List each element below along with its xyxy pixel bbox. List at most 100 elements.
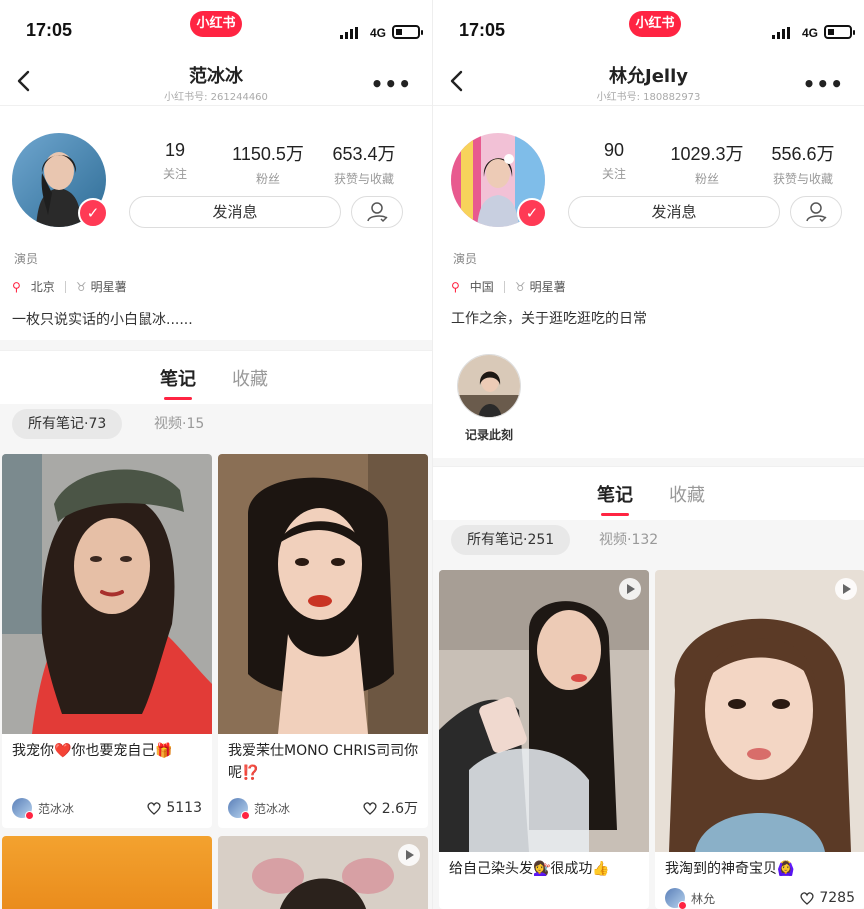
battery-icon: [392, 25, 423, 39]
note-image: [439, 570, 649, 852]
notes-feed: 给自己染头发💇‍♀️很成功👍 我淘到的神奇: [433, 566, 864, 909]
stat-followers[interactable]: 1029.3万 粉丝: [665, 140, 749, 187]
like-button[interactable]: 7285: [799, 890, 855, 906]
stat-likes[interactable]: 653.4万 获赞与收藏: [322, 140, 406, 187]
profile-panel-left: 17:05 小红书 4G 范冰冰 小红书号: 261244460 ••• ✓ 1…: [0, 0, 432, 909]
tab-notes[interactable]: 笔记: [597, 481, 633, 507]
stat-following[interactable]: 90 关注: [589, 140, 639, 182]
stat-likes-label: 获赞与收藏: [333, 172, 394, 186]
stat-followers-count: 1029.3万: [670, 144, 744, 164]
note-caption: 给自己染头发💇‍♀️很成功👍: [449, 861, 610, 877]
highlight-label: 记录此刻: [464, 428, 513, 442]
stat-following-label: 关注: [162, 167, 187, 181]
user-id: 小红书号: 261244460: [164, 92, 268, 103]
battery-icon: [824, 25, 855, 39]
note-card[interactable]: 给自己染头发💇‍♀️很成功👍: [439, 570, 649, 909]
badge-icon: ♉: [75, 279, 87, 294]
note-image: [2, 454, 212, 734]
badge-icon: ♉: [514, 279, 526, 294]
note-card[interactable]: 我爱茉仕MONO CHRIS司司你呢⁉️ 范冰冰 2.6万: [218, 454, 428, 828]
stat-likes[interactable]: 556.6万 获赞与收藏: [761, 140, 845, 187]
author-avatar: [228, 798, 250, 820]
note-card[interactable]: [218, 836, 428, 909]
note-caption: 我淘到的神奇宝贝🙆‍♀️: [665, 861, 795, 877]
nav-bar: 范冰冰 小红书号: 261244460 •••: [0, 62, 432, 106]
heart-icon: [147, 802, 161, 815]
tab-notes[interactable]: 笔记: [160, 365, 196, 391]
add-friend-button[interactable]: [351, 196, 403, 228]
author-name: 范冰冰: [38, 801, 75, 816]
note-image: [2, 836, 212, 909]
note-image: [218, 836, 428, 909]
play-icon: [835, 578, 857, 600]
stat-following-count: 19: [164, 140, 186, 160]
bio-text: 一枚只说实话的小白鼠冰......: [12, 312, 193, 328]
network-label: 4G: [801, 26, 818, 40]
message-button[interactable]: 发消息: [129, 196, 341, 228]
divider: [0, 340, 432, 350]
tab-collections[interactable]: 收藏: [232, 365, 268, 391]
stat-following[interactable]: 19 关注: [150, 140, 200, 182]
status-bar: 17:05 小红书 4G: [433, 0, 864, 62]
note-caption: 我爱茉仕MONO CHRIS司司你呢⁉️: [228, 743, 419, 781]
author-name: 范冰冰: [254, 801, 291, 816]
occupation-label: 演员: [14, 252, 39, 266]
profile-tags: ⚲ 北京 ♉ 明星薯: [12, 278, 127, 295]
verified-icon: ✓: [78, 198, 108, 228]
filter-all-notes[interactable]: 所有笔记·251: [451, 525, 571, 555]
like-button[interactable]: 2.6万: [362, 798, 418, 818]
note-card[interactable]: 我宠你❤️你也要宠自己🎁 范冰冰 5113: [2, 454, 212, 828]
more-icon[interactable]: •••: [803, 72, 844, 96]
author-avatar: [12, 798, 34, 820]
signal-icon: [772, 27, 792, 39]
highlight-cover[interactable]: [457, 354, 521, 418]
profile-tags: ⚲ 中国 ♉ 明星薯: [451, 278, 566, 295]
author-avatar: [665, 888, 687, 909]
like-count: 2.6万: [381, 801, 418, 817]
content-tabs: 笔记 收藏: [0, 350, 432, 404]
page-title: 林允Jelly: [609, 66, 688, 87]
network-label: 4G: [369, 26, 386, 40]
status-bar: 17:05 小红书 4G: [0, 0, 432, 62]
filter-videos[interactable]: 视频·15: [138, 409, 220, 439]
stat-following-label: 关注: [601, 167, 626, 181]
note-filters: 所有笔记·73 视频·15: [0, 404, 432, 450]
like-button[interactable]: 5113: [146, 800, 202, 816]
location-label: 中国: [469, 280, 494, 294]
note-image: [218, 454, 428, 734]
user-id: 小红书号: 180882973: [596, 92, 701, 103]
badge-label: 明星薯: [90, 280, 127, 294]
nav-bar: 林允Jelly 小红书号: 180882973 •••: [433, 62, 864, 106]
note-caption: 我宠你❤️你也要宠自己🎁: [12, 743, 173, 759]
divider: [433, 458, 864, 466]
filter-all-notes[interactable]: 所有笔记·73: [12, 409, 123, 439]
stat-followers[interactable]: 1150.5万 粉丝: [226, 140, 310, 187]
heart-icon: [363, 802, 377, 815]
bio-text: 工作之余，关于逛吃逛吃的日常: [451, 311, 647, 327]
page-title: 范冰冰: [189, 66, 243, 87]
note-card[interactable]: 我淘到的神奇宝贝🙆‍♀️ 林允 7285: [655, 570, 864, 909]
note-card[interactable]: [2, 836, 212, 909]
note-filters: 所有笔记·251 视频·132: [433, 520, 864, 566]
divider: [64, 280, 66, 293]
filter-videos[interactable]: 视频·132: [583, 525, 674, 555]
notes-feed: 我宠你❤️你也要宠自己🎁 范冰冰 5113 我爱茉仕MONO CHRIS司司你呢…: [0, 450, 432, 909]
app-logo: 小红书: [190, 11, 242, 37]
stat-likes-count: 556.6万: [771, 144, 835, 164]
badge-label: 明星薯: [529, 280, 566, 294]
more-icon[interactable]: •••: [371, 72, 412, 96]
stat-likes-count: 653.4万: [332, 144, 396, 164]
stat-likes-label: 获赞与收藏: [772, 172, 833, 186]
tab-indicator: [164, 397, 192, 400]
verified-icon: ✓: [517, 198, 547, 228]
status-time: 17:05: [26, 20, 73, 40]
like-count: 5113: [166, 800, 202, 816]
message-button[interactable]: 发消息: [568, 196, 780, 228]
signal-icon: [340, 27, 360, 39]
author-name: 林允: [691, 891, 716, 906]
stat-followers-count: 1150.5万: [232, 144, 304, 164]
divider: [503, 280, 505, 293]
tab-collections[interactable]: 收藏: [669, 481, 705, 507]
add-friend-button[interactable]: [790, 196, 842, 228]
location-label: 北京: [30, 280, 55, 294]
